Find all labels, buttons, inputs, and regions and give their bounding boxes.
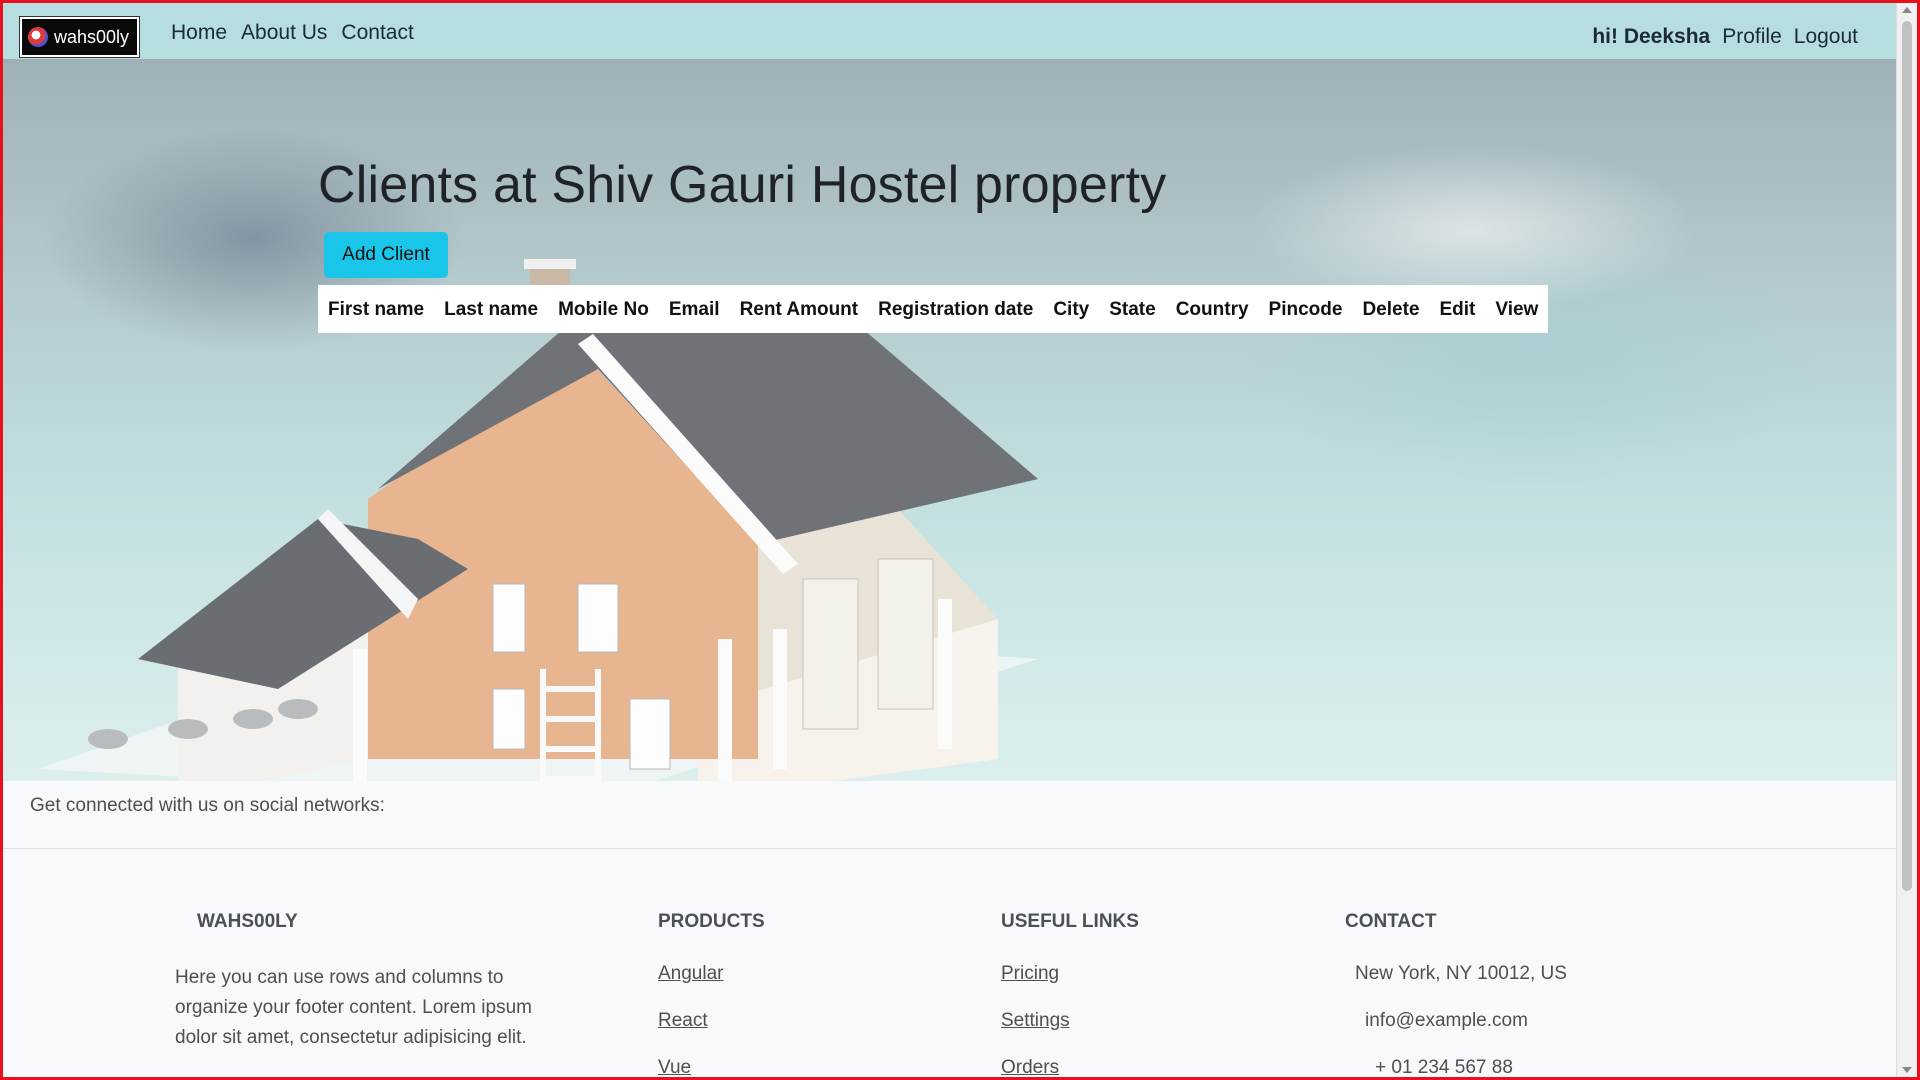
user-greeting: hi! Deeksha — [1592, 25, 1711, 48]
brand-logo-link[interactable]: wahs00ly — [20, 17, 140, 57]
user-menu: hi! Deeksha Profile Logout — [1592, 25, 1858, 49]
contact-phone: + 01 234 567 88 — [1375, 1057, 1513, 1078]
scroll-up-icon[interactable] — [1902, 7, 1912, 13]
column-header: Edit — [1439, 299, 1476, 320]
footer-contact-heading: CONTACT — [1345, 911, 1437, 932]
contact-email: info@example.com — [1365, 1010, 1528, 1031]
nav-link-about[interactable]: About Us — [241, 21, 327, 45]
column-header: Delete — [1362, 299, 1420, 320]
footer-link-orders[interactable]: Orders — [1001, 1057, 1139, 1077]
add-client-button[interactable]: Add Client — [324, 232, 448, 278]
footer-link-react[interactable]: React — [658, 1010, 765, 1032]
footer-link-angular[interactable]: Angular — [658, 963, 765, 985]
vertical-scrollbar[interactable] — [1896, 3, 1917, 1077]
navbar: wahs00ly Home About Us Contact hi! Deeks… — [3, 3, 1898, 59]
column-header: Country — [1175, 299, 1249, 320]
scrollbar-thumb[interactable] — [1902, 21, 1912, 891]
social-networks-text: Get connected with us on social networks… — [30, 795, 385, 816]
footer-products-column: PRODUCTS Angular React Vue — [658, 911, 765, 1077]
footer-company-column: WAHS00LY Here you can use rows and colum… — [175, 911, 575, 1053]
footer: Get connected with us on social networks… — [3, 781, 1898, 1078]
footer-company-text: Here you can use rows and columns to org… — [175, 967, 532, 1048]
scroll-down-icon[interactable] — [1902, 1067, 1912, 1073]
browser-viewport: wahs00ly Home About Us Contact hi! Deeks… — [0, 0, 1920, 1080]
table-header-row: First name Last name Mobile No Email Ren… — [318, 285, 1548, 333]
contact-address: New York, NY 10012, US — [1355, 963, 1567, 984]
footer-link-vue[interactable]: Vue — [658, 1057, 765, 1077]
clients-table: First name Last name Mobile No Email Ren… — [318, 285, 1549, 333]
column-header: State — [1109, 299, 1156, 320]
column-header: Last name — [444, 299, 539, 320]
footer-contact-column: CONTACT New York, NY 10012, US info@exam… — [1345, 911, 1567, 1078]
footer-link-settings[interactable]: Settings — [1001, 1010, 1139, 1032]
nav-links: Home About Us Contact — [171, 21, 414, 45]
column-header: First name — [328, 299, 425, 320]
footer-divider — [3, 848, 1898, 849]
footer-link-pricing[interactable]: Pricing — [1001, 963, 1139, 985]
footer-useful-links-column: USEFUL LINKS Pricing Settings Orders — [1001, 911, 1139, 1077]
column-header: Mobile No — [558, 299, 649, 320]
column-header: Rent Amount — [739, 299, 859, 320]
footer-products-heading: PRODUCTS — [658, 911, 765, 932]
footer-company-heading: WAHS00LY — [197, 911, 298, 932]
column-header: View — [1495, 299, 1539, 320]
logout-link[interactable]: Logout — [1794, 25, 1858, 49]
brand-name: wahs00ly — [54, 26, 130, 47]
column-header: City — [1053, 299, 1090, 320]
nav-link-contact[interactable]: Contact — [341, 21, 413, 45]
column-header: Registration date — [878, 299, 1034, 320]
brand-logo-icon — [28, 27, 48, 47]
profile-link[interactable]: Profile — [1722, 25, 1782, 49]
column-header: Email — [668, 299, 720, 320]
footer-useful-heading: USEFUL LINKS — [1001, 911, 1139, 932]
page-title: Clients at Shiv Gauri Hostel property — [318, 156, 1167, 214]
hero-background: Clients at Shiv Gauri Hostel property Ad… — [3, 59, 1898, 781]
column-header: Pincode — [1268, 299, 1343, 320]
nav-link-home[interactable]: Home — [171, 21, 227, 45]
